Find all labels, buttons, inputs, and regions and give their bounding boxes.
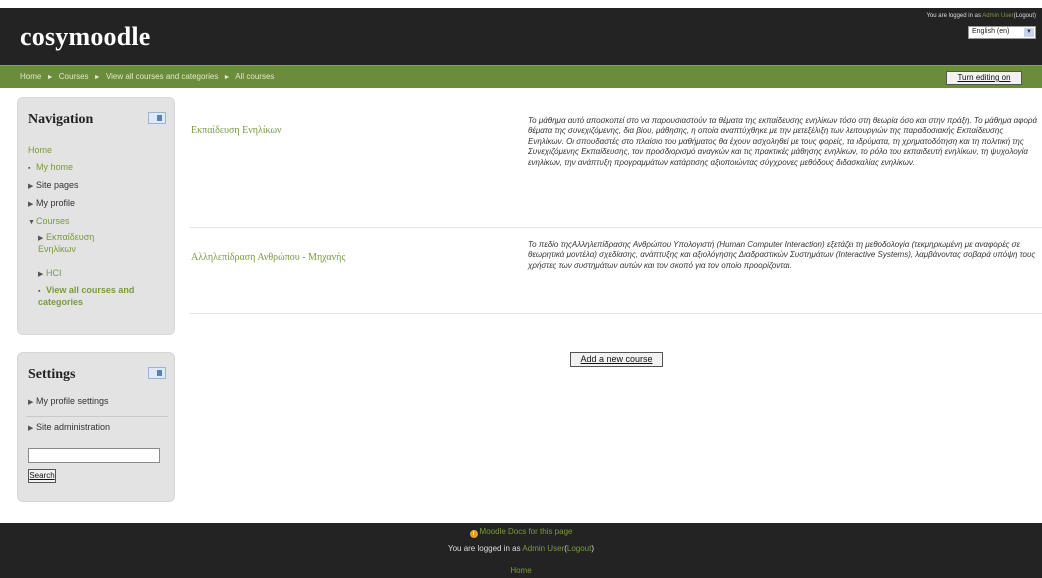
nav-my-home[interactable]: ▪ My home xyxy=(28,162,73,172)
footer-user-link[interactable]: Admin User xyxy=(522,544,564,553)
moodle-docs-link[interactable]: Moodle Docs for this page xyxy=(480,527,573,536)
footer-login-info: You are logged in as Admin User(Logout) xyxy=(0,544,1042,553)
nav-course-2-label: HCI xyxy=(46,268,62,278)
course-name-link[interactable]: Αλληλεπίδραση Ανθρώπου - Μηχανής xyxy=(191,252,345,263)
dock-block-icon[interactable] xyxy=(148,112,166,124)
add-new-course-button[interactable]: Add a new course xyxy=(570,352,663,367)
settings-search-input[interactable] xyxy=(28,448,160,463)
settings-my-profile[interactable]: ▶ My profile settings xyxy=(28,396,109,406)
collapsed-arrow-icon: ▶ xyxy=(28,399,34,406)
nav-site-pages-label: Site pages xyxy=(36,180,79,190)
breadcrumb-separator-icon: ► xyxy=(46,74,54,81)
footer-login-prefix: You are logged in as xyxy=(447,544,521,553)
nav-courses[interactable]: ▼Courses xyxy=(28,216,70,226)
course-row: Αλληλεπίδραση Ανθρώπου - Μηχανής Το πεδί… xyxy=(189,228,1042,314)
footer-close-paren: ) xyxy=(591,544,595,553)
collapsed-arrow-icon: ▶ xyxy=(28,183,34,190)
breadcrumb-separator-icon: ► xyxy=(223,74,231,81)
nav-view-all-label: View all courses and categories xyxy=(38,285,135,307)
navigation-title: Navigation xyxy=(28,112,94,127)
breadcrumb-view-all[interactable]: View all courses and categories xyxy=(106,72,218,81)
nav-course-1-label: Εκπαίδευση Ενηλίκων xyxy=(38,232,95,254)
nav-home[interactable]: Home xyxy=(28,145,52,155)
site-title[interactable]: cosymoodle xyxy=(20,22,151,52)
breadcrumb: Home ► Courses ► View all courses and ca… xyxy=(20,72,274,81)
expanded-arrow-icon: ▼ xyxy=(28,219,35,226)
breadcrumb-courses[interactable]: Courses xyxy=(59,72,89,81)
collapsed-arrow-icon: ▶ xyxy=(28,425,34,432)
info-icon: i xyxy=(469,530,478,538)
nav-courses-label: Courses xyxy=(36,216,70,226)
course-row: Εκπαίδευση Ενηλίκων Το μάθημα αυτό αποσκ… xyxy=(189,110,1042,228)
navigation-block: Navigation Home ▪ My home ▶ Site pages ▶ My… xyxy=(17,97,175,335)
nav-view-all[interactable]: ▪ View all courses and categories xyxy=(38,285,168,308)
settings-title: Settings xyxy=(28,367,76,382)
nav-course-1[interactable]: ▶ Εκπαίδευση Ενηλίκων xyxy=(38,232,118,255)
page-header: cosymoodle You are logged in as Admin Us… xyxy=(0,8,1042,65)
chevron-down-icon: ▼ xyxy=(1024,28,1034,37)
breadcrumb-separator-icon: ► xyxy=(93,74,101,81)
course-summary: Το πεδίο τηςΑλληλεπίδρασης Ανθρώπου Υπολ… xyxy=(528,240,1036,270)
nav-my-home-label: My home xyxy=(36,162,74,172)
nav-course-2[interactable]: ▶ HCI xyxy=(38,268,62,278)
settings-site-admin-label: Site administration xyxy=(36,422,111,432)
login-info: You are logged in as Admin User(Logout) xyxy=(926,13,1036,19)
language-select[interactable]: English (en) ▼ xyxy=(968,26,1036,39)
nav-my-profile[interactable]: ▶ My profile xyxy=(28,198,75,208)
docs-line: i Moodle Docs for this page xyxy=(0,527,1042,538)
course-summary: Το μάθημα αυτό αποσκοπεί στο να παρουσια… xyxy=(528,116,1038,167)
breadcrumb-home[interactable]: Home xyxy=(20,72,41,81)
navbar: Home ► Courses ► View all courses and ca… xyxy=(0,65,1042,88)
nav-site-pages[interactable]: ▶ Site pages xyxy=(28,180,79,190)
collapsed-arrow-icon: ▶ xyxy=(28,201,34,208)
settings-block: Settings ▶ My profile settings ▶ Site admi… xyxy=(17,352,175,502)
footer-logout-link[interactable]: Logout xyxy=(567,544,591,553)
settings-site-admin[interactable]: ▶ Site administration xyxy=(28,422,110,432)
login-prefix: You are logged in as xyxy=(926,13,981,19)
dock-block-icon[interactable] xyxy=(148,367,166,379)
search-button[interactable]: Search xyxy=(28,469,56,483)
user-link[interactable]: Admin User xyxy=(982,13,1013,19)
settings-my-profile-label: My profile settings xyxy=(36,396,109,406)
page-footer: i Moodle Docs for this page You are logge… xyxy=(0,523,1042,578)
divider xyxy=(26,416,168,417)
footer-home-link[interactable]: Home xyxy=(0,566,1042,575)
breadcrumb-all-courses[interactable]: All courses xyxy=(235,72,274,81)
turn-editing-on-button[interactable]: Turn editing on xyxy=(946,71,1022,85)
login-close-paren: ) xyxy=(1034,13,1036,19)
bullet-icon: ▪ xyxy=(38,288,41,295)
collapsed-arrow-icon: ▶ xyxy=(38,271,44,278)
logout-link[interactable]: Logout xyxy=(1016,13,1034,19)
language-selected: English (en) xyxy=(972,28,1010,35)
bullet-icon: ▪ xyxy=(28,165,31,172)
nav-my-profile-label: My profile xyxy=(36,198,76,208)
collapsed-arrow-icon: ▶ xyxy=(38,235,44,242)
course-name-link[interactable]: Εκπαίδευση Ενηλίκων xyxy=(191,125,282,136)
